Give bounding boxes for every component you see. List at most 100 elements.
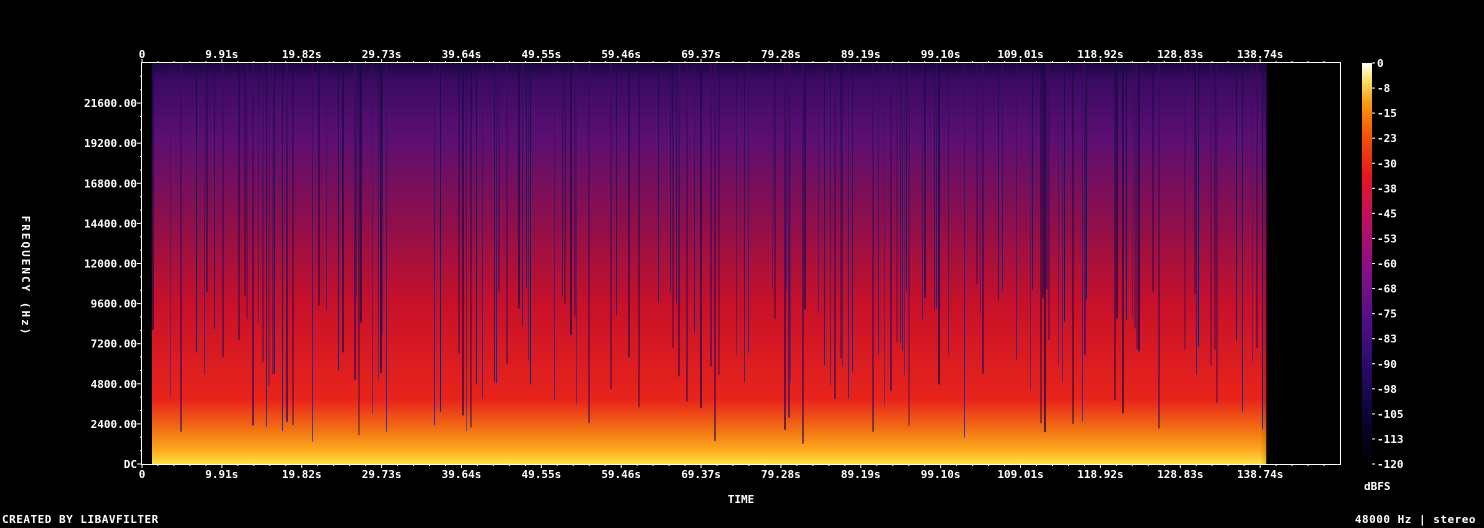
y-tick-label: 14400.00 xyxy=(84,217,137,230)
x-tick-bottom-label: 109.01s xyxy=(997,468,1043,481)
x-tick-bottom-label: 99.10s xyxy=(921,468,961,481)
spectrogram-streak xyxy=(252,63,254,426)
spectrogram-streak xyxy=(372,63,373,414)
spectrogram-streak xyxy=(238,63,240,340)
spectrogram-streak xyxy=(286,63,288,422)
spectrogram-streak xyxy=(380,63,382,373)
spectrogram-streak xyxy=(982,63,984,374)
spectrogram-streak xyxy=(152,63,154,330)
colorbar-tick-label: -8 xyxy=(1377,82,1390,95)
y-tick-label: 16800.00 xyxy=(84,177,137,190)
spectrogram-streak xyxy=(1126,63,1127,320)
spectrogram-streak xyxy=(180,63,182,432)
spectrogram-streak xyxy=(638,63,640,408)
x-tick-bottom-label: 89.19s xyxy=(841,468,881,481)
y-tick-label: 12000.00 xyxy=(84,258,137,271)
spectrogram-streak xyxy=(1138,63,1140,352)
spectrogram-streak xyxy=(246,63,248,319)
x-axis-bottom: 0 9.91s 19.82s 29.73s 39.64s 49.55s 59.46s 69.3… xyxy=(139,464,1325,481)
spectrogram-streak xyxy=(274,63,275,375)
spectrogram-streak xyxy=(434,63,435,426)
spectrogram-streak xyxy=(1136,63,1138,350)
x-tick-top-label: 59.46s xyxy=(601,48,641,61)
spectrogram-streak xyxy=(318,63,320,306)
spectrogram-streak xyxy=(904,63,905,376)
spectrogram-streak xyxy=(476,63,477,385)
spectrogram-streak xyxy=(998,63,999,300)
spectrogram-end-fade xyxy=(1260,63,1301,464)
x-tick-bottom-label: 49.55s xyxy=(521,468,561,481)
y-axis-title: FREQUENCY (Hz) xyxy=(19,216,32,337)
colorbar-label: dBFS xyxy=(1364,480,1391,493)
spectrogram-streak xyxy=(1044,63,1046,433)
spectrogram-streak xyxy=(1086,63,1087,300)
x-tick-bottom-label: 29.73s xyxy=(362,468,402,481)
spectrogram-streak xyxy=(700,63,702,409)
spectrogram-streak xyxy=(1152,63,1154,292)
spectrogram-streak xyxy=(834,63,836,400)
x-tick-top-label: 9.91s xyxy=(205,48,238,61)
spectrogram-streak xyxy=(1196,63,1197,375)
spectrogram-streak xyxy=(694,63,695,333)
colorbar-tick-label: -15 xyxy=(1377,107,1397,120)
spectrogram-streak xyxy=(1256,63,1258,349)
footer-credit: CREATED BY LIBAVFILTER xyxy=(2,513,159,526)
x-tick-bottom-label: 79.28s xyxy=(761,468,801,481)
spectrogram-streak xyxy=(1114,63,1116,401)
spectrogram-streak xyxy=(786,63,787,290)
x-tick-top-label: 118.92s xyxy=(1077,48,1123,61)
spectrogram-streak xyxy=(936,63,937,309)
spectrogram-streak xyxy=(714,63,716,441)
spectrogram-streak xyxy=(980,63,981,314)
spectrogram-streak xyxy=(258,63,259,324)
spectrogram-streak xyxy=(1252,63,1253,364)
x-tick-bottom-label: 118.92s xyxy=(1077,468,1123,481)
spectrogram-streak xyxy=(1048,63,1050,340)
spectrogram-streak xyxy=(262,63,264,363)
x-tick-top-label: 89.19s xyxy=(841,48,881,61)
spectrogram-streak xyxy=(206,63,208,293)
spectrogram-streak xyxy=(1194,63,1196,295)
spectrogram-streak xyxy=(922,63,923,319)
spectrogram-streak xyxy=(360,63,362,323)
spectrogram-streak xyxy=(1198,63,1199,347)
spectrogram-streak xyxy=(1236,63,1237,341)
spectrogram-streak xyxy=(1210,63,1212,366)
spectrogram-plot-area xyxy=(142,63,1340,464)
colorbar-tick-label: -38 xyxy=(1377,182,1397,195)
spectrogram-streak xyxy=(518,63,520,309)
colorbar-tick-label: -90 xyxy=(1377,358,1397,371)
spectrogram-streak xyxy=(908,63,910,426)
spectrogram-streak xyxy=(268,63,270,386)
spectrogram-streak xyxy=(1040,63,1042,424)
spectrogram-streak xyxy=(440,63,441,412)
spectrogram-streak xyxy=(902,63,903,351)
spectrogram-streak xyxy=(964,63,965,438)
x-tick-top-label: 69.37s xyxy=(681,48,721,61)
colorbar-tick-label: -105 xyxy=(1377,408,1404,421)
spectrogram-streak xyxy=(852,63,853,372)
x-tick-top-label: 0 xyxy=(139,48,146,61)
spectrogram-streak xyxy=(358,63,360,436)
spectrogram-streak xyxy=(616,63,617,315)
x-tick-top-label: 128.83s xyxy=(1157,48,1203,61)
spectrogram-streak xyxy=(522,63,523,326)
footer-info: 48000 Hz | stereo xyxy=(1354,513,1476,526)
y-tick-label: 19200.00 xyxy=(84,137,137,150)
colorbar-tick-label: -75 xyxy=(1377,308,1397,321)
spectrogram-streak xyxy=(906,63,907,291)
spectrogram-streak xyxy=(670,63,671,293)
spectrogram-streak xyxy=(1084,63,1086,356)
x-tick-bottom-label: 0 xyxy=(139,468,146,481)
spectrogram-streak xyxy=(744,63,745,383)
x-tick-bottom-label: 9.91s xyxy=(205,468,238,481)
spectrogram-streak xyxy=(1030,63,1031,391)
spectrogram-streak xyxy=(1058,63,1059,365)
spectrogram-streak xyxy=(672,63,674,349)
spectrogram-streak xyxy=(784,63,786,430)
spectrogram-streak xyxy=(772,63,773,289)
spectrogram-streak xyxy=(1158,63,1160,429)
spectrogram-streak xyxy=(482,63,483,399)
x-axis-title: TIME xyxy=(728,493,755,506)
spectrogram-streak xyxy=(554,63,555,401)
